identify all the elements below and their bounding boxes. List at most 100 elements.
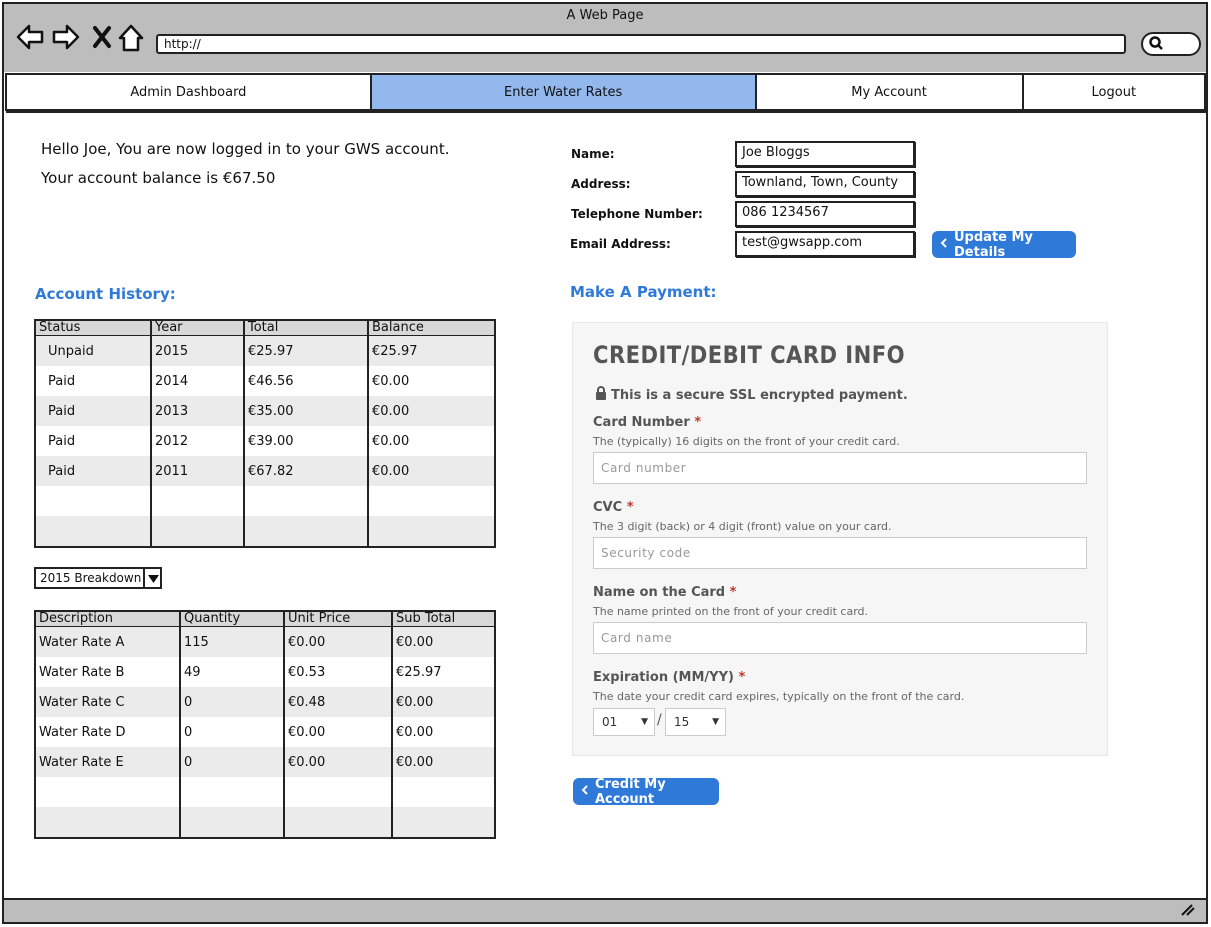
search-icon [1149, 35, 1163, 55]
resize-grip-icon[interactable] [1180, 902, 1196, 921]
table-row [35, 777, 495, 807]
table-cell: €0.48 [284, 687, 393, 717]
update-details-button[interactable]: Update My Details [932, 229, 1076, 260]
table-cell: €0.00 [284, 626, 393, 657]
table-row [35, 486, 495, 516]
expiry-year-select[interactable]: 15 ▼ [665, 708, 726, 736]
table-cell [151, 516, 245, 547]
card-name-hint: The name printed on the front of your cr… [593, 605, 869, 618]
column-header: Description [35, 611, 181, 627]
name-field[interactable]: Joe Bloggs [735, 141, 915, 167]
table-cell: €0.00 [392, 626, 495, 657]
table-row: Water Rate C 0 €0.48 €0.00 [35, 687, 495, 717]
cvc-label-text: CVC [593, 500, 623, 515]
email-field[interactable]: test@gwsapp.com [735, 231, 915, 257]
credit-account-button[interactable]: Credit My Account [573, 777, 719, 807]
make-payment-title: Make A Payment: [570, 283, 717, 301]
card-number-input[interactable]: Card number [593, 452, 1087, 484]
expiry-label-text: Expiration (MM/YY) [593, 670, 734, 685]
expiry-hint: The date your credit card expires, typic… [593, 690, 965, 703]
secure-note: This is a secure SSL encrypted payment. [595, 386, 908, 404]
close-icon[interactable] [92, 24, 112, 55]
table-cell: Paid [35, 366, 152, 396]
table-cell: €46.56 [244, 366, 369, 396]
table-cell: Paid [35, 456, 152, 486]
table-cell: €0.00 [284, 747, 393, 777]
table-cell [244, 486, 369, 516]
table-cell: 49 [180, 657, 285, 687]
card-name-label-text: Name on the Card [593, 585, 726, 600]
secure-note-text: This is a secure SSL encrypted payment. [611, 388, 908, 403]
table-cell: €0.00 [368, 456, 495, 486]
cvc-input[interactable]: Security code [593, 537, 1087, 569]
table-cell [284, 807, 393, 838]
chevron-down-icon [143, 569, 160, 587]
tab-logout[interactable]: Logout [1024, 75, 1204, 109]
column-header: Total [244, 320, 369, 336]
tab-my-account[interactable]: My Account [757, 75, 1024, 109]
home-icon[interactable] [118, 24, 144, 57]
chevron-left-icon [581, 784, 589, 799]
table-cell: 0 [180, 687, 285, 717]
table-cell: €0.00 [392, 717, 495, 747]
table-cell [151, 486, 245, 516]
phone-field[interactable]: 086 1234567 [735, 201, 915, 227]
address-label: Address: [571, 177, 631, 191]
table-cell [35, 777, 181, 807]
table-cell: 115 [180, 626, 285, 657]
browser-toolbar: A Web Page http:// [2, 2, 1208, 72]
table-cell: €0.00 [284, 717, 393, 747]
column-header: Year [151, 320, 245, 336]
table-cell [284, 777, 393, 807]
back-icon[interactable] [16, 24, 44, 55]
card-info-panel: CREDIT/DEBIT CARD INFO This is a secure … [572, 322, 1108, 756]
phone-label: Telephone Number: [571, 207, 703, 221]
table-cell: €67.82 [244, 456, 369, 486]
table-cell: Paid [35, 426, 152, 456]
card-info-title: CREDIT/DEBIT CARD INFO [593, 341, 905, 369]
card-number-label-text: Card Number [593, 415, 690, 430]
table-cell [180, 777, 285, 807]
card-name-input[interactable]: Card name [593, 622, 1087, 654]
table-row: Water Rate D 0 €0.00 €0.00 [35, 717, 495, 747]
table-row: Water Rate B 49 €0.53 €25.97 [35, 657, 495, 687]
expiry-month-select[interactable]: 01 ▼ [593, 708, 655, 736]
chevron-down-icon: ▼ [641, 717, 648, 727]
column-header: Balance [368, 320, 495, 336]
greeting-text: Hello Joe, You are now logged in to your… [41, 140, 450, 158]
table-cell [392, 807, 495, 838]
table-cell: Water Rate C [35, 687, 181, 717]
expiry-year-value: 15 [674, 715, 690, 729]
update-details-label: Update My Details [954, 229, 1033, 260]
table-cell: €25.97 [392, 657, 495, 687]
address-bar[interactable]: http:// [156, 34, 1126, 54]
required-mark: * [626, 500, 634, 515]
tab-enter-water-rates[interactable]: Enter Water Rates [371, 75, 757, 109]
table-cell: €0.00 [392, 687, 495, 717]
address-field[interactable]: Townland, Town, County [735, 171, 915, 197]
forward-icon[interactable] [52, 24, 80, 55]
table-cell: Water Rate E [35, 747, 181, 777]
table-cell: €0.53 [284, 657, 393, 687]
browser-search-box[interactable] [1141, 32, 1201, 56]
table-cell: 2012 [151, 426, 245, 456]
card-number-label: Card Number * [593, 415, 701, 430]
table-row: Paid 2012 €39.00 €0.00 [35, 426, 495, 456]
required-mark: * [694, 415, 702, 430]
breakdown-select[interactable]: 2015 Breakdown [34, 567, 162, 589]
account-history-table: Status Year Total Balance Unpaid 2015 €25.… [34, 319, 496, 548]
table-cell: Water Rate B [35, 657, 181, 687]
window-title: A Web Page [566, 8, 644, 23]
table-cell: 2013 [151, 396, 245, 426]
nav-tabs: Admin Dashboard Enter Water Rates My Acc… [5, 73, 1206, 111]
table-row: Water Rate E 0 €0.00 €0.00 [35, 747, 495, 777]
table-row [35, 516, 495, 547]
column-header: Sub Total [392, 611, 495, 627]
table-cell: 0 [180, 747, 285, 777]
card-name-label: Name on the Card * [593, 585, 736, 600]
table-cell: €25.97 [368, 335, 495, 366]
card-number-hint: The (typically) 16 digits on the front o… [593, 435, 900, 448]
expiry-separator: / [657, 712, 662, 728]
tab-admin-dashboard[interactable]: Admin Dashboard [7, 75, 372, 109]
table-cell: Water Rate A [35, 626, 181, 657]
